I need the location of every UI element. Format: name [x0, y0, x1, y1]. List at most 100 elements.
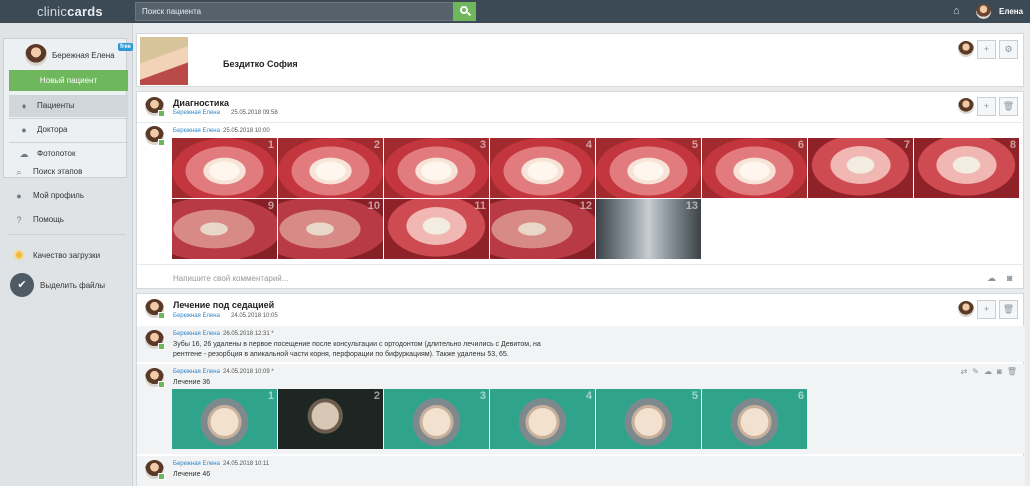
- photo-thumbnail[interactable]: 2: [278, 138, 383, 198]
- post-tools: ⇄ ✎ ☁ ◙ 🗑: [961, 367, 1017, 376]
- search-button[interactable]: [453, 2, 476, 21]
- upload-icon[interactable]: ☁: [984, 367, 992, 376]
- sidebar: Бережная Елена free Новый пациент ♦ Паци…: [0, 23, 134, 486]
- upload-quality[interactable]: Качество загрузки: [0, 245, 130, 265]
- stage-actions: + 🗑: [958, 96, 1018, 116]
- patient-name[interactable]: Бездитко София: [223, 59, 298, 69]
- sidebar-link-label: Помощь: [33, 215, 64, 224]
- note-date: 26.05.2018 12:31 *: [223, 331, 274, 337]
- xray-thumbnail[interactable]: 13: [596, 199, 701, 259]
- delete-button[interactable]: 🗑: [999, 96, 1018, 116]
- doctors-icon: ●: [21, 125, 27, 135]
- photo-thumbnail[interactable]: 9: [172, 199, 277, 259]
- edit-icon[interactable]: ✎: [972, 367, 979, 376]
- photo-thumbnail[interactable]: 7: [808, 138, 913, 198]
- photo-thumbnail[interactable]: 5: [596, 138, 701, 198]
- avatar[interactable]: [145, 97, 165, 117]
- stage-author[interactable]: Бережная Елена: [173, 313, 220, 319]
- photo-thumbnail[interactable]: 1: [172, 138, 277, 198]
- stage-actions: + 🗑: [958, 299, 1018, 319]
- shuffle-icon[interactable]: ⇄: [961, 367, 968, 376]
- sidebar-link-label: Поиск этапов: [33, 167, 83, 176]
- post-date: 25.05.2018 10:00: [223, 128, 270, 134]
- photo-thumbnail[interactable]: 8: [914, 138, 1019, 198]
- stage-card-diagnostics: Диагностика Бережная Елена 25.05.2018 09…: [136, 91, 1025, 289]
- select-files-label: Выделить файлы: [40, 281, 106, 290]
- stage-card-sedation: Лечение под седацией Бережная Елена 24.0…: [136, 293, 1025, 486]
- photo-thumbnail[interactable]: 4: [490, 389, 595, 449]
- search-icon-handle: [466, 11, 472, 17]
- photo-thumbnail[interactable]: 5: [596, 389, 701, 449]
- stage-title[interactable]: Лечение под седацией: [173, 300, 274, 310]
- post-author[interactable]: Бережная Елена: [173, 461, 220, 467]
- user-icon: ●: [16, 191, 22, 201]
- photo-thumbnail[interactable]: 10: [278, 199, 383, 259]
- delete-button[interactable]: 🗑: [999, 299, 1018, 319]
- main-content: Бездитко София + ⚙ Диагностика Бережная …: [134, 23, 1030, 486]
- stage-title[interactable]: Диагностика: [173, 98, 229, 108]
- photo-thumbnail[interactable]: 3: [384, 138, 489, 198]
- doctor-avatar[interactable]: [958, 98, 974, 114]
- tooth-icon: ♦: [21, 101, 27, 111]
- post-author[interactable]: Бережная Елена: [173, 128, 220, 134]
- avatar[interactable]: [145, 368, 165, 388]
- avatar[interactable]: [976, 4, 991, 19]
- photo-thumbnail[interactable]: 3: [384, 389, 489, 449]
- sidebar-avatar[interactable]: [25, 44, 47, 66]
- camera-icon[interactable]: ◙: [997, 367, 1002, 376]
- sidebar-item-label: Пациенты: [37, 101, 75, 110]
- photo-thumbnail[interactable]: 12: [490, 199, 595, 259]
- cloud-icon: ☁: [19, 149, 29, 159]
- photo-thumbnail[interactable]: 1: [172, 389, 277, 449]
- stage-author[interactable]: Бережная Елена: [173, 110, 220, 116]
- plan-badge: free: [118, 43, 134, 51]
- sidebar-link-stage-search[interactable]: ⌕ Поиск этапов: [0, 161, 130, 181]
- add-doctor-button[interactable]: +: [977, 299, 996, 319]
- sidebar-link-profile[interactable]: ● Мой профиль: [0, 185, 130, 205]
- checkmark-icon: ✔: [10, 273, 34, 297]
- delete-icon[interactable]: 🗑: [1007, 367, 1017, 376]
- settings-button[interactable]: ⚙: [999, 39, 1018, 59]
- avatar[interactable]: [145, 299, 165, 319]
- sidebar-link-help[interactable]: ? Помощь: [0, 209, 130, 229]
- add-doctor-button[interactable]: +: [977, 96, 996, 116]
- app-logo[interactable]: cliniccards: [37, 4, 103, 19]
- camera-icon[interactable]: ◙: [1007, 273, 1012, 283]
- doctor-avatar[interactable]: [958, 301, 974, 317]
- add-doctor-button[interactable]: +: [977, 39, 996, 59]
- patient-photo[interactable]: [140, 37, 188, 85]
- note-author[interactable]: Бережная Елена: [173, 331, 220, 337]
- photo-thumbnail[interactable]: 11: [384, 199, 489, 259]
- doctor-avatar[interactable]: [958, 41, 974, 57]
- note-text: Зубы 16, 26 удалены в первое посещение п…: [173, 341, 541, 358]
- photo-thumbnail[interactable]: 6: [702, 138, 807, 198]
- sidebar-item-label: Фотопоток: [37, 149, 76, 158]
- logo-light-text: clinic: [37, 4, 68, 19]
- comment-input[interactable]: Напишите свой комментарий...: [173, 274, 288, 283]
- avatar[interactable]: [145, 126, 165, 146]
- sidebar-item-doctors[interactable]: ● Доктора: [9, 119, 128, 141]
- photo-thumbnail[interactable]: 6: [702, 389, 807, 449]
- post-text: Лечение 46: [173, 471, 211, 478]
- upload-quality-label: Качество загрузки: [33, 251, 101, 260]
- top-user-name[interactable]: Елена: [999, 7, 1023, 16]
- select-files-button[interactable]: ✔ Выделить файлы: [10, 273, 130, 297]
- post-text: Лечение 36: [173, 379, 211, 386]
- note-row: Бережная Елена 26.05.2018 12:31 * Зубы 1…: [137, 326, 1025, 362]
- sidebar-item-label: Доктора: [37, 125, 68, 134]
- avatar[interactable]: [145, 330, 165, 350]
- new-patient-button[interactable]: Новый пациент: [9, 70, 128, 91]
- stage-date: 24.05.2018 10:05: [231, 313, 278, 319]
- sidebar-user-name[interactable]: Бережная Елена: [52, 51, 115, 60]
- upload-icon[interactable]: ☁: [987, 273, 996, 284]
- post-row: Бережная Елена 24.05.2018 10:11 Лечение …: [137, 456, 1025, 486]
- photo-thumbnail[interactable]: 2: [278, 389, 383, 449]
- post-author[interactable]: Бережная Елена: [173, 369, 220, 375]
- post-date: 24.05.2018 10:11: [223, 461, 270, 467]
- sidebar-item-patients[interactable]: ♦ Пациенты: [9, 95, 128, 117]
- patient-search-input[interactable]: Поиск пациента: [135, 2, 455, 21]
- avatar[interactable]: [145, 460, 165, 480]
- patient-card: Бездитко София + ⚙: [136, 33, 1024, 87]
- photo-thumbnail[interactable]: 4: [490, 138, 595, 198]
- home-icon[interactable]: ⌂: [953, 6, 965, 17]
